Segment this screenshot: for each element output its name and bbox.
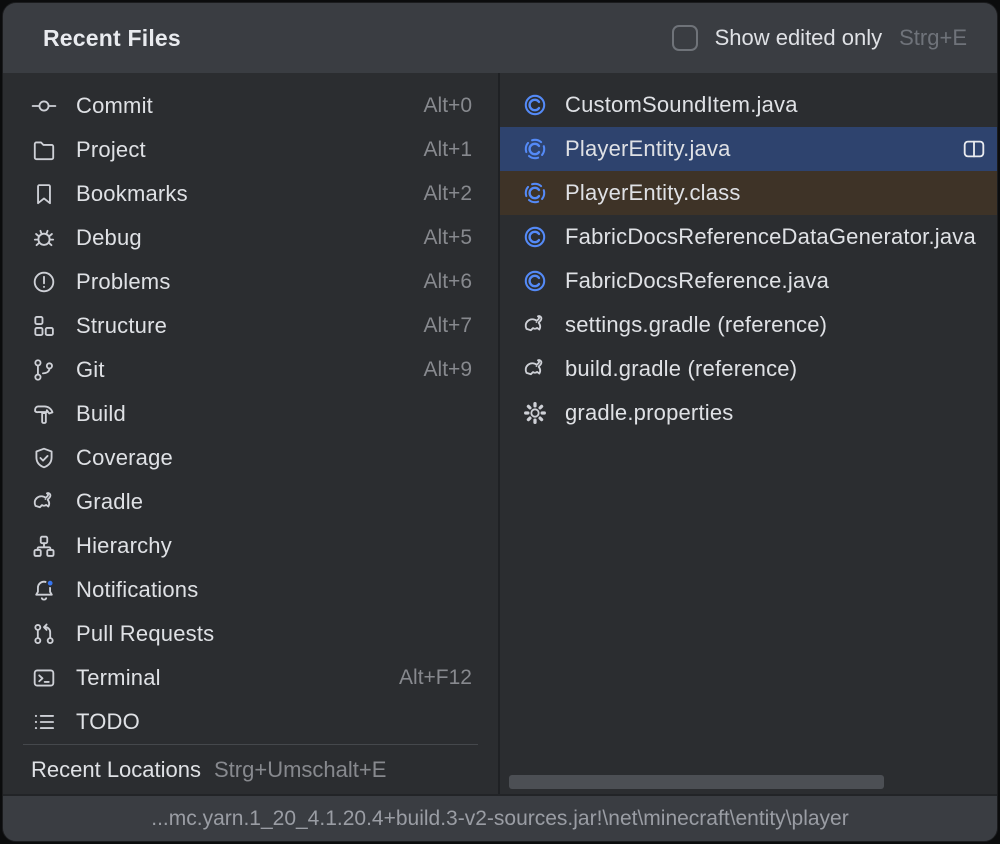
file-list-panel: CustomSoundItem.java PlayerEntity.java Pla…	[500, 73, 997, 794]
file-name: gradle.properties	[565, 400, 734, 426]
git-branch-icon	[31, 357, 57, 383]
gradle-elephant-icon	[31, 489, 57, 515]
hierarchy-icon	[31, 533, 57, 559]
toolwindow-label: Terminal	[76, 665, 161, 691]
toolwindow-item-notifications[interactable]: Notifications	[3, 568, 498, 612]
popup-header: Recent Files Show edited only Strg+E	[3, 3, 997, 73]
toolwindow-label: Debug	[76, 225, 142, 251]
toolwindow-shortcut: Alt+9	[424, 358, 472, 382]
toolwindow-shortcut: Alt+0	[424, 94, 472, 118]
file-item-fabricdocsreferencedatagenerator-java[interactable]: FabricDocsReferenceDataGenerator.java	[500, 215, 997, 259]
toolwindow-item-bookmarks[interactable]: Bookmarks Alt+2	[3, 172, 498, 216]
bell-notification-icon	[31, 577, 57, 603]
java-class-icon	[522, 92, 548, 118]
toolwindow-label: Coverage	[76, 445, 173, 471]
toolwindow-item-build[interactable]: Build	[3, 392, 498, 436]
toolwindow-item-debug[interactable]: Debug Alt+5	[3, 216, 498, 260]
toolwindow-label: Pull Requests	[76, 621, 214, 647]
toolwindow-item-todo[interactable]: TODO	[3, 700, 498, 744]
toolwindow-label: Bookmarks	[76, 181, 188, 207]
toolwindow-label: Build	[76, 401, 126, 427]
toolwindow-shortcut: Alt+F12	[399, 666, 472, 690]
split-vertically-icon[interactable]	[961, 136, 987, 162]
toolwindow-panel: Commit Alt+0 Project Alt+1 Bookmarks Alt+2 Deb…	[3, 73, 500, 794]
toolwindow-item-gradle[interactable]: Gradle	[3, 480, 498, 524]
toolwindow-item-coverage[interactable]: Coverage	[3, 436, 498, 480]
toolwindow-item-terminal[interactable]: Terminal Alt+F12	[3, 656, 498, 700]
file-item-settings-gradle-reference[interactable]: settings.gradle (reference)	[500, 303, 997, 347]
problems-icon	[31, 269, 57, 295]
bug-icon	[31, 225, 57, 251]
show-edited-only-label: Show edited only	[715, 25, 883, 51]
toolwindow-shortcut: Alt+7	[424, 314, 472, 338]
hammer-icon	[31, 401, 57, 427]
status-path: ...mc.yarn.1_20_4.1.20.4+build.3-v2-sour…	[151, 807, 848, 831]
toolwindow-shortcut: Alt+5	[424, 226, 472, 250]
recent-files-popup: Recent Files Show edited only Strg+E Com…	[2, 2, 998, 842]
java-class-dashed-icon	[522, 136, 548, 162]
todo-list-icon	[31, 709, 57, 735]
show-edited-only-checkbox[interactable]	[672, 25, 698, 51]
toolwindow-label: Problems	[76, 269, 171, 295]
file-item-build-gradle-reference[interactable]: build.gradle (reference)	[500, 347, 997, 391]
popup-title: Recent Files	[43, 25, 181, 52]
toolwindow-item-structure[interactable]: Structure Alt+7	[3, 304, 498, 348]
toolwindow-label: Commit	[76, 93, 153, 119]
java-class-dashed-icon	[522, 180, 548, 206]
toolwindow-list: Commit Alt+0 Project Alt+1 Bookmarks Alt+2 Deb…	[3, 84, 498, 744]
toolwindow-shortcut: Alt+2	[424, 182, 472, 206]
terminal-icon	[31, 665, 57, 691]
file-list: CustomSoundItem.java PlayerEntity.java Pla…	[500, 83, 997, 435]
toolwindow-item-project[interactable]: Project Alt+1	[3, 128, 498, 172]
structure-icon	[31, 313, 57, 339]
toolwindow-item-hierarchy[interactable]: Hierarchy	[3, 524, 498, 568]
file-item-customsounditem-java[interactable]: CustomSoundItem.java	[500, 83, 997, 127]
file-name: PlayerEntity.class	[565, 180, 741, 206]
java-class-icon	[522, 224, 548, 250]
toolwindow-item-problems[interactable]: Problems Alt+6	[3, 260, 498, 304]
status-bar: ...mc.yarn.1_20_4.1.20.4+build.3-v2-sour…	[3, 794, 997, 841]
gradle-elephant-icon	[522, 312, 548, 338]
toolwindow-label: Git	[76, 357, 105, 383]
toolwindow-item-git[interactable]: Git Alt+9	[3, 348, 498, 392]
file-name: FabricDocsReferenceDataGenerator.java	[565, 224, 976, 250]
toolwindow-shortcut: Alt+6	[424, 270, 472, 294]
toolwindow-label: Structure	[76, 313, 167, 339]
gradle-elephant-icon	[522, 356, 548, 382]
toolwindow-label: Notifications	[76, 577, 198, 603]
file-name: PlayerEntity.java	[565, 136, 731, 162]
file-name: settings.gradle (reference)	[565, 312, 827, 338]
toolwindow-item-commit[interactable]: Commit Alt+0	[3, 84, 498, 128]
recent-locations-button[interactable]: Recent Locations Strg+Umschalt+E	[3, 745, 498, 795]
toolwindow-label: Hierarchy	[76, 533, 172, 559]
file-item-gradle-properties[interactable]: gradle.properties	[500, 391, 997, 435]
recent-locations-label: Recent Locations	[31, 757, 201, 783]
horizontal-scrollbar[interactable]	[509, 775, 884, 789]
bookmark-icon	[31, 181, 57, 207]
recent-locations-shortcut: Strg+Umschalt+E	[214, 757, 386, 783]
gear-icon	[522, 400, 548, 426]
toolwindow-label: Project	[76, 137, 146, 163]
pull-request-icon	[31, 621, 57, 647]
commit-icon	[31, 93, 57, 119]
toolwindow-shortcut: Alt+1	[424, 138, 472, 162]
show-edited-only-control: Show edited only Strg+E	[672, 25, 967, 51]
folder-icon	[31, 137, 57, 163]
file-item-fabricdocsreference-java[interactable]: FabricDocsReference.java	[500, 259, 997, 303]
file-name: CustomSoundItem.java	[565, 92, 798, 118]
file-item-playerentity-java[interactable]: PlayerEntity.java	[500, 127, 997, 171]
toolwindow-label: Gradle	[76, 489, 143, 515]
file-name: build.gradle (reference)	[565, 356, 797, 382]
toolwindow-label: TODO	[76, 709, 140, 735]
file-name: FabricDocsReference.java	[565, 268, 829, 294]
file-item-playerentity-class[interactable]: PlayerEntity.class	[500, 171, 997, 215]
toolwindow-item-pull-requests[interactable]: Pull Requests	[3, 612, 498, 656]
popup-body: Commit Alt+0 Project Alt+1 Bookmarks Alt+2 Deb…	[3, 73, 997, 794]
shield-check-icon	[31, 445, 57, 471]
show-edited-only-shortcut: Strg+E	[899, 25, 967, 51]
java-class-icon	[522, 268, 548, 294]
